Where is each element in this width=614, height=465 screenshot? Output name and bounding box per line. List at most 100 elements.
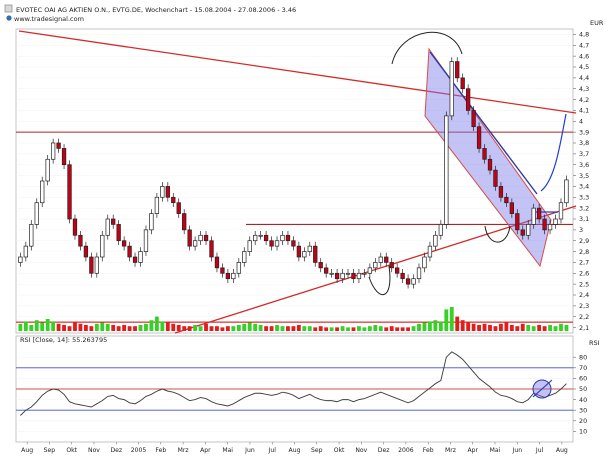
price-tick-label: 2,8 <box>579 248 589 256</box>
candle <box>422 256 427 269</box>
chart-title: EVOTEC OAI AG AKTIEN O.N., EVTG.DE, Woch… <box>16 6 296 14</box>
volume-bar <box>67 326 72 331</box>
volume-bar <box>515 326 520 331</box>
volume-bar <box>428 321 432 331</box>
candle <box>520 229 525 236</box>
volume-bar <box>433 320 438 331</box>
volume-bar <box>171 323 176 331</box>
volume-bar <box>477 325 481 331</box>
volume-bar <box>78 323 83 331</box>
candle <box>531 207 536 225</box>
volume-bar <box>286 326 290 331</box>
candle <box>29 224 34 247</box>
volume-bar <box>466 322 471 331</box>
x-tick-label: Jun <box>244 447 255 454</box>
volume-bar <box>362 327 367 331</box>
candle <box>558 202 564 220</box>
volume-bar <box>318 326 323 331</box>
rsi-tick-label: 40 <box>579 396 587 404</box>
volume-bar <box>40 322 45 331</box>
candle <box>345 272 351 275</box>
volume-bar <box>29 325 34 331</box>
candle <box>23 245 28 258</box>
x-tick-label: Aug <box>289 447 301 454</box>
candle <box>231 272 236 280</box>
volume-bar <box>100 322 105 331</box>
candle <box>187 229 192 247</box>
volume-bar <box>165 322 170 331</box>
price-tick-label: 3,1 <box>579 215 589 223</box>
price-tick-label: 4 <box>579 117 583 125</box>
candle <box>242 251 247 263</box>
candle <box>389 262 394 269</box>
volume-bar <box>264 326 269 331</box>
price-axis: 2,1 2,2 2,3 2,4 2,5 2,6 2,7 2,8 2,9 3 3,1 3,2 3,3 3,4… <box>573 31 589 332</box>
candle <box>547 224 553 231</box>
candle <box>34 202 39 225</box>
volume-bar <box>537 325 542 331</box>
candle <box>247 240 252 252</box>
candle <box>313 245 318 263</box>
price-tick-label: 3,8 <box>579 139 589 147</box>
candle <box>220 267 225 274</box>
price-tick-label: 2,2 <box>579 313 589 321</box>
x-tick-label: Okt <box>334 447 345 454</box>
candle <box>258 234 263 237</box>
candle <box>487 158 493 171</box>
volume-bar <box>209 326 214 331</box>
candle <box>427 245 433 258</box>
volume-bar <box>258 325 263 331</box>
volume-bar <box>422 322 427 331</box>
volume-bar <box>493 326 498 331</box>
candle <box>56 142 61 149</box>
volume-bar <box>367 326 372 331</box>
candle <box>127 245 132 258</box>
price-tick-label: 4,3 <box>579 85 589 93</box>
volume-bar <box>520 323 525 331</box>
volume-bar <box>340 326 345 331</box>
price-tick-label: 2,4 <box>579 291 589 299</box>
candle <box>405 278 411 285</box>
chart-header-icon <box>4 4 13 13</box>
volume-bar <box>220 327 225 331</box>
rsi-tick-label: 30 <box>579 406 587 414</box>
candle <box>40 180 45 204</box>
price-tick-label: 4,1 <box>579 107 589 115</box>
x-tick-label: Nov <box>355 447 367 454</box>
candle <box>302 251 307 258</box>
price-tick-label: 4,5 <box>579 63 589 71</box>
price-tick-label: 2,5 <box>579 280 589 288</box>
candle <box>132 256 138 263</box>
candle <box>318 262 323 269</box>
chart-header: EVOTEC OAI AG AKTIEN O.N., EVTG.DE, Woch… <box>4 4 296 23</box>
volume-bar <box>444 309 449 331</box>
volume-bar <box>302 326 307 331</box>
volume-bar <box>411 326 416 331</box>
candle <box>100 234 105 258</box>
candle <box>280 234 285 242</box>
candle <box>225 272 231 280</box>
volume-bar <box>231 326 236 331</box>
x-tick-label: Apr <box>200 447 211 454</box>
candle <box>351 272 356 280</box>
candle <box>165 186 170 198</box>
candle <box>214 256 220 269</box>
candle <box>378 256 383 263</box>
rsi-tick-label: 20 <box>579 417 587 425</box>
price-tick-label: 2,1 <box>579 324 589 332</box>
candle <box>307 245 312 252</box>
volume-bar <box>291 326 296 331</box>
candle <box>564 179 569 204</box>
volume-bar <box>564 325 569 331</box>
volume-bar <box>198 326 203 331</box>
x-tick-label: Mrz <box>178 447 189 454</box>
candle <box>460 77 465 90</box>
volume-bar <box>553 326 558 331</box>
volume-bar <box>236 325 241 331</box>
volume-bar <box>389 326 394 331</box>
x-tick-label: Mrz <box>445 447 456 454</box>
rsi-tick-label: 10 <box>579 428 587 436</box>
volume-bar <box>384 327 389 331</box>
volume-bar <box>18 323 23 331</box>
volume-bar <box>406 327 410 331</box>
